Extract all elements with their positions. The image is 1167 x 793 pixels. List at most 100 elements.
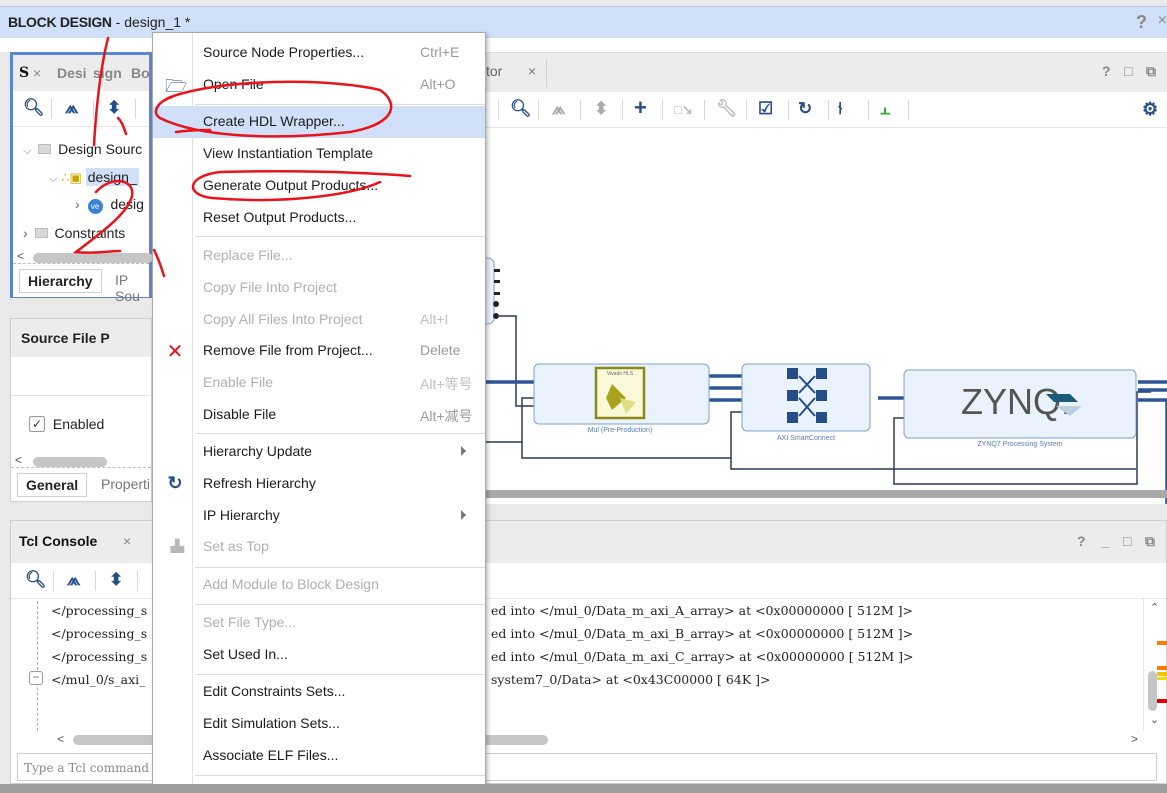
tree-item-design-sources[interactable]: ⌵ Design Sourc <box>23 141 142 165</box>
tab-close-icon[interactable]: × <box>528 63 536 79</box>
menu-item-remove-file-from-project[interactable]: ✕ Remove File from Project... Delete <box>153 335 485 367</box>
menu-item-add-module-to-block-design[interactable]: Add Module to Block Design <box>153 569 485 601</box>
tcl-output-line: ed into </mul_0/Data_m_axi_A_array> at <… <box>491 603 913 618</box>
scrollbar-thumb[interactable] <box>1148 671 1157 711</box>
tab-close-icon[interactable]: × <box>33 65 41 81</box>
search-icon[interactable]: 🔍︎ <box>23 98 45 118</box>
tab-close-icon[interactable]: × <box>123 533 131 549</box>
enabled-checkbox[interactable]: ✓ <box>29 416 45 433</box>
expand-all-icon[interactable]: ⬍ <box>107 98 121 118</box>
tree-item-label: desig <box>110 196 144 212</box>
wrench-icon[interactable]: 🔧︎ <box>716 99 738 119</box>
menu-item-set-used-in[interactable]: Set Used In... <box>153 639 485 671</box>
regenerate-layout-icon[interactable]: ⫮ <box>838 99 842 119</box>
tab-diagram[interactable]: tor <box>486 63 502 79</box>
tree-item-design-1[interactable]: ⌵ ∴▣ design_ <box>49 168 139 193</box>
tab-signals[interactable]: sign <box>93 65 122 81</box>
scroll-right-icon[interactable]: > <box>1131 732 1138 746</box>
menu-item-edit-simulation-sets[interactable]: Edit Simulation Sets... <box>153 708 485 740</box>
search-icon[interactable]: 🔍︎ <box>510 99 532 119</box>
menu-item-open-file[interactable]: 🗁︎ Open File Alt+O <box>153 69 485 101</box>
menu-item-edit-constraints-sets[interactable]: Edit Constraints Sets... <box>153 676 485 708</box>
chevron-right-icon[interactable]: › <box>75 196 80 212</box>
vertical-scrollbar[interactable]: ⌃ ⌄ <box>1143 599 1165 731</box>
menu-item-label: Remove File from Project... <box>203 342 373 358</box>
block-smartconnect-0[interactable] <box>741 363 871 432</box>
expand-all-icon[interactable]: ⬍ <box>594 99 608 119</box>
menu-item-associate-elf-files[interactable]: Associate ELF Files... <box>153 740 485 772</box>
scroll-left-icon[interactable]: < <box>57 732 64 746</box>
sources-panel: S × Desi sign Bo 🔍︎ ⩕︎ ⬍ ⌵ Design Sourc … <box>10 52 153 304</box>
chevron-down-icon[interactable]: ⌵ <box>23 145 31 157</box>
divider <box>135 99 136 119</box>
port-icon[interactable]: ⫠ <box>880 99 890 119</box>
menu-item-copy-file-into-project[interactable]: Copy File Into Project <box>153 272 485 304</box>
tcl-output-line: </mul_0/s_axi_ <box>51 672 146 687</box>
menu-item-create-hdl-wrapper[interactable]: Create HDL Wrapper... <box>153 106 485 138</box>
maximize-icon[interactable]: □ <box>1123 533 1131 549</box>
menu-item-hierarchy-update[interactable]: Hierarchy Update <box>153 436 485 468</box>
menu-item-label: Add Module to Block Design <box>203 576 379 592</box>
menu-item-generate-output-products[interactable]: Generate Output Products... <box>153 170 485 202</box>
menu-item-set-file-type[interactable]: Set File Type... <box>153 607 485 639</box>
collapse-all-icon[interactable]: ⩕︎ <box>65 98 78 118</box>
properties-bottom-tabs: General Properti <box>11 467 151 501</box>
horizontal-scrollbar[interactable] <box>33 457 107 467</box>
tab-properties[interactable]: Properti <box>101 476 150 492</box>
menu-item-view-instantiation-template[interactable]: View Instantiation Template <box>153 138 485 170</box>
scroll-up-icon[interactable]: ⌃ <box>1150 601 1159 614</box>
partial-block[interactable] <box>486 257 495 325</box>
tab-design[interactable]: Desi <box>57 65 87 81</box>
collapse-node-icon[interactable]: − <box>29 671 43 685</box>
divider <box>828 100 829 120</box>
scroll-down-icon[interactable]: ⌄ <box>1150 713 1159 726</box>
menu-item-ip-hierarchy[interactable]: IP Hierarchy <box>153 500 485 532</box>
divider <box>51 99 52 119</box>
menu-item-replace-file[interactable]: Replace File... <box>153 240 485 272</box>
menu-item-refresh-hierarchy[interactable]: ↻ Refresh Hierarchy <box>153 468 485 500</box>
float-icon[interactable]: ⧉ <box>1146 63 1156 80</box>
help-icon[interactable]: ? <box>1136 12 1147 33</box>
tab-general[interactable]: General <box>17 473 88 497</box>
tree-item-constraints[interactable]: › Constraints <box>23 225 125 249</box>
sources-tab-bar: S × Desi sign Bo <box>13 55 150 91</box>
menu-item-copy-all-files-into-project[interactable]: Copy All Files Into Project Alt+I <box>153 304 485 336</box>
menu-item-set-as-top[interactable]: ▗▙ Set as Top <box>153 531 485 563</box>
help-icon[interactable]: ? <box>1077 533 1086 549</box>
minimize-icon[interactable]: _ <box>1101 533 1109 549</box>
help-icon[interactable]: ? <box>1102 63 1111 79</box>
add-ip-icon[interactable]: + <box>634 95 647 121</box>
menu-item-label: View Instantiation Template <box>203 145 373 161</box>
menu-item-reset-output-products[interactable]: Reset Output Products... <box>153 202 485 234</box>
tab-board[interactable]: Bo <box>131 65 150 81</box>
tab-hierarchy[interactable]: Hierarchy <box>19 269 102 293</box>
properties-title: Source File P <box>21 330 110 346</box>
scroll-left-icon[interactable]: < <box>15 453 22 467</box>
make-connection-icon[interactable]: □↘ <box>674 102 693 118</box>
tab-sources[interactable]: S <box>19 65 29 81</box>
maximize-icon[interactable]: □ <box>1124 63 1132 79</box>
diagram-horizontal-scrollbar[interactable] <box>486 490 1167 498</box>
tree-item-design-wrapper[interactable]: › ve desig <box>75 196 144 220</box>
float-icon[interactable]: ⧉ <box>1145 533 1155 550</box>
scroll-left-icon[interactable]: < <box>17 249 24 263</box>
settings-gear-icon[interactable]: ⚙ <box>1142 99 1158 120</box>
close-icon[interactable]: × <box>1158 12 1167 30</box>
chevron-right-icon[interactable]: › <box>23 225 28 241</box>
menu-item-source-node-properties[interactable]: Source Node Properties... Ctrl+E <box>153 37 485 69</box>
marker-info <box>1157 672 1167 676</box>
menu-item-enable-file[interactable]: Enable File Alt+等号 <box>153 367 485 399</box>
tab-tcl-console[interactable]: Tcl Console <box>19 533 97 549</box>
validate-design-icon[interactable]: ☑ <box>758 99 773 119</box>
collapse-all-icon[interactable]: ⩕︎ <box>552 99 565 119</box>
horizontal-scrollbar[interactable] <box>33 253 153 263</box>
tab-ip-sources[interactable]: IP Sou <box>115 272 149 304</box>
search-icon[interactable]: 🔍︎ <box>25 570 47 590</box>
enabled-checkbox-row[interactable]: ✓ Enabled <box>29 415 104 433</box>
refresh-icon[interactable]: ↻ <box>798 99 812 119</box>
chevron-down-icon[interactable]: ⌵ <box>49 173 57 185</box>
menu-item-disable-file[interactable]: Disable File Alt+减号 <box>153 399 485 431</box>
block-diagram-canvas[interactable]: mul_0 Vivado HLS Mul (Pre-Production) sm… <box>486 128 1167 504</box>
expand-all-icon[interactable]: ⬍ <box>109 570 123 590</box>
collapse-all-icon[interactable]: ⩕︎ <box>67 570 80 590</box>
